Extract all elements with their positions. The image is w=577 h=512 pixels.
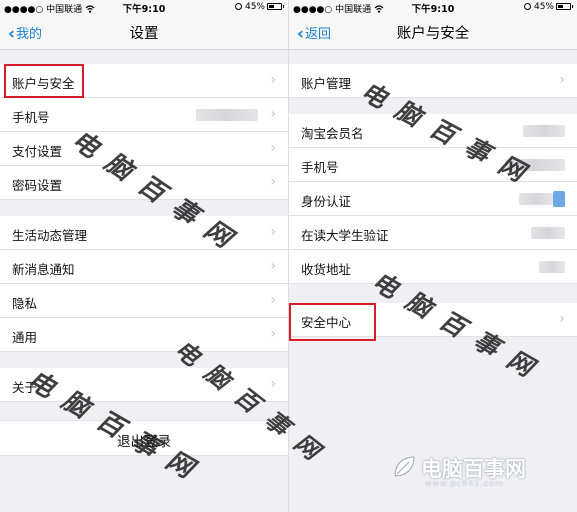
nav-bar: ‹我的 设置 bbox=[0, 14, 288, 50]
account-row-manage[interactable]: 账户管理 › bbox=[289, 64, 577, 98]
chevron-right-icon: › bbox=[270, 106, 276, 122]
chevron-right-icon: › bbox=[270, 292, 276, 308]
settings-row-password[interactable]: 密码设置 › bbox=[0, 166, 288, 200]
status-bar: ●●●●○ 中国联通 下午9:10 45% bbox=[0, 0, 288, 15]
nav-bar: ‹返回 账户与安全 bbox=[289, 14, 577, 50]
account-row-address[interactable]: 收货地址 bbox=[289, 250, 577, 284]
settings-row-privacy[interactable]: 隐私 › bbox=[0, 284, 288, 318]
blurred-value bbox=[539, 261, 565, 273]
battery-percent: 45% bbox=[533, 2, 554, 12]
row-label: 身份认证 bbox=[301, 194, 352, 209]
row-label: 支付设置 bbox=[12, 144, 63, 159]
settings-row-life-feed[interactable]: 生活动态管理 › bbox=[0, 216, 288, 250]
verified-badge-icon bbox=[553, 191, 565, 207]
chevron-right-icon: › bbox=[270, 72, 276, 88]
status-bar: ●●●●○ 中国联通 下午9:10 45% bbox=[289, 0, 577, 15]
lock-icon bbox=[523, 3, 531, 10]
settings-row-phone[interactable]: 手机号 › bbox=[0, 98, 288, 132]
site-logo: 电脑百事网 www.pc841.com bbox=[391, 454, 561, 490]
chevron-right-icon: › bbox=[559, 72, 565, 88]
row-label: 生活动态管理 bbox=[12, 228, 88, 243]
chevron-right-icon: › bbox=[270, 174, 276, 190]
page-title: 设置 bbox=[129, 26, 159, 42]
row-label: 在读大学生验证 bbox=[301, 228, 389, 243]
chevron-right-icon: › bbox=[270, 224, 276, 240]
blurred-value bbox=[505, 159, 565, 171]
settings-row-payment[interactable]: 支付设置 › bbox=[0, 132, 288, 166]
settings-screen: ●●●●○ 中国联通 下午9:10 45% ‹我的 设置 账户与安全 › 手机号… bbox=[0, 0, 288, 512]
battery-icon bbox=[267, 3, 284, 10]
leaf-logo-icon bbox=[394, 456, 415, 477]
settings-row-general[interactable]: 通用 › bbox=[0, 318, 288, 352]
account-security-screen: ●●●●○ 中国联通 下午9:10 45% ‹返回 账户与安全 账户管理 › 淘… bbox=[288, 0, 577, 512]
row-label: 手机号 bbox=[12, 110, 50, 125]
row-label: 淘宝会员名 bbox=[301, 126, 364, 141]
row-label: 通用 bbox=[12, 330, 38, 345]
chevron-right-icon: › bbox=[270, 326, 276, 342]
chevron-right-icon: › bbox=[270, 258, 276, 274]
account-row-identity[interactable]: 身份认证 bbox=[289, 182, 577, 216]
screenshot-stage: ●●●●○ 中国联通 下午9:10 45% ‹我的 设置 账户与安全 › 手机号… bbox=[0, 0, 577, 512]
logo-url: www.pc841.com bbox=[425, 479, 504, 488]
blurred-value bbox=[531, 227, 565, 239]
battery-status: 45% bbox=[523, 2, 573, 12]
logout-button-label: 退出登录 bbox=[117, 434, 171, 450]
settings-row-notifications[interactable]: 新消息通知 › bbox=[0, 250, 288, 284]
blurred-value bbox=[519, 193, 553, 205]
logout-button[interactable]: 退出登录 bbox=[0, 420, 288, 456]
row-label: 新消息通知 bbox=[12, 262, 75, 277]
blurred-phone-value bbox=[196, 109, 258, 121]
account-row-taobao-name[interactable]: 淘宝会员名 bbox=[289, 114, 577, 148]
settings-row-about[interactable]: 关于 › bbox=[0, 368, 288, 402]
battery-status: 45% bbox=[234, 2, 284, 12]
chevron-right-icon: › bbox=[559, 311, 565, 327]
battery-icon bbox=[556, 3, 573, 10]
account-row-phone[interactable]: 手机号 bbox=[289, 148, 577, 182]
chevron-right-icon: › bbox=[270, 376, 276, 392]
chevron-right-icon: › bbox=[270, 140, 276, 156]
row-label: 关于 bbox=[12, 380, 38, 395]
highlight-box-security-center bbox=[289, 303, 376, 341]
row-label: 收货地址 bbox=[301, 262, 352, 277]
row-label: 隐私 bbox=[12, 296, 38, 311]
row-label: 密码设置 bbox=[12, 178, 63, 193]
lock-icon bbox=[234, 3, 242, 10]
row-label: 手机号 bbox=[301, 160, 339, 175]
blurred-value bbox=[523, 125, 565, 137]
account-row-student[interactable]: 在读大学生验证 bbox=[289, 216, 577, 250]
page-title: 账户与安全 bbox=[396, 26, 470, 42]
battery-percent: 45% bbox=[244, 2, 265, 12]
row-label: 账户管理 bbox=[301, 76, 352, 91]
highlight-box-account-security bbox=[4, 64, 84, 98]
